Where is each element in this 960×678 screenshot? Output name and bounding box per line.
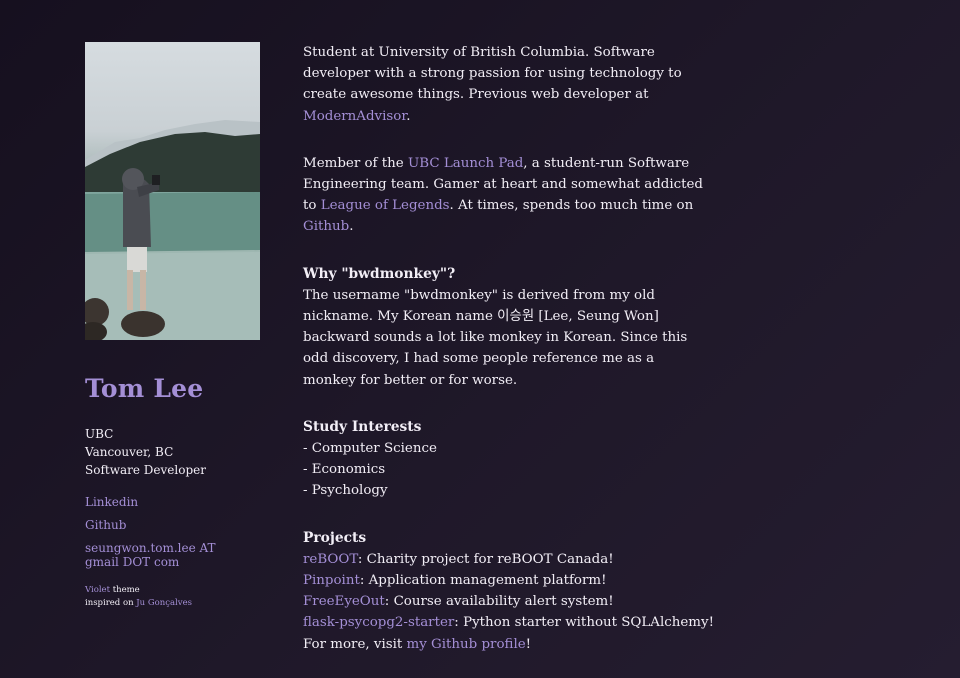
- author-link[interactable]: Ju Gonçalves: [136, 598, 192, 608]
- project-item: flask-psycopg2-starter: Python starter w…: [303, 612, 714, 633]
- study-item: - Computer Science: [303, 441, 437, 457]
- project-link[interactable]: Pinpoint: [303, 573, 360, 588]
- github-inline-link[interactable]: Github: [303, 219, 349, 234]
- project-item: Pinpoint: Application management platfor…: [303, 570, 703, 591]
- project-desc: : Course availability alert system!: [384, 594, 614, 610]
- sidebar: Tom Lee UBC Vancouver, BC Software Devel…: [85, 42, 265, 610]
- projects-heading: Projects: [303, 529, 367, 546]
- member-paragraph: Member of the UBC Launch Pad, a student-…: [303, 153, 703, 238]
- main-content: Student at University of British Columbi…: [303, 42, 714, 678]
- study-item: - Psychology: [303, 483, 388, 499]
- theme-text: theme: [110, 585, 140, 595]
- profile-name: Tom Lee: [85, 374, 204, 403]
- linkedin-link[interactable]: Linkedin: [85, 495, 138, 509]
- ubc-launch-pad-link[interactable]: UBC Launch Pad: [408, 156, 523, 171]
- inspired-text: inspired on: [85, 598, 137, 608]
- why-section: Why "bwdmonkey"? The username "bwdmonkey…: [303, 264, 703, 391]
- project-desc: : Python starter without SQLAlchemy!: [454, 615, 714, 631]
- meta-school: UBC: [85, 427, 114, 441]
- github-link[interactable]: Github: [85, 518, 126, 532]
- study-section: Study Interests - Computer Science - Eco…: [303, 417, 703, 502]
- projects-section: Projects reBOOT: Charity project for reB…: [303, 528, 714, 655]
- project-desc: : Application management platform!: [359, 573, 607, 589]
- project-link[interactable]: FreeEyeOut: [303, 594, 385, 609]
- study-heading: Study Interests: [303, 418, 422, 435]
- contact-links: Linkedin Github seungwon.tom.lee AT gmai…: [85, 495, 265, 569]
- meta-role: Software Developer: [85, 463, 206, 477]
- meta-location: Vancouver, BC: [85, 445, 174, 459]
- project-item: FreeEyeOut: Course availability alert sy…: [303, 591, 703, 612]
- more-end: !: [525, 636, 532, 652]
- why-heading: Why "bwdmonkey"?: [303, 265, 456, 282]
- profile-meta: UBC Vancouver, BC Software Developer: [85, 425, 265, 479]
- member-text-3: . At times, spends too much time on: [449, 198, 694, 214]
- profile-photo: [85, 42, 260, 340]
- github-profile-link[interactable]: my Github profile: [407, 637, 526, 652]
- intro-text: Student at University of British Columbi…: [303, 45, 682, 103]
- why-text: The username "bwdmonkey" is derived from…: [303, 287, 688, 388]
- modernadvisor-link[interactable]: ModernAdvisor: [303, 109, 406, 124]
- project-desc: : Charity project for reBOOT Canada!: [357, 551, 614, 567]
- member-text-4: .: [349, 219, 354, 235]
- project-item: reBOOT: Charity project for reBOOT Canad…: [303, 549, 703, 570]
- intro-end: .: [406, 108, 411, 124]
- league-of-legends-link[interactable]: League of Legends: [321, 198, 450, 213]
- project-link[interactable]: flask-psycopg2-starter: [303, 615, 454, 630]
- more-text: For more, visit: [303, 636, 407, 652]
- theme-credit: Violet theme inspired on Ju Gonçalves: [85, 584, 265, 610]
- member-text-1: Member of the: [303, 155, 408, 171]
- email-link[interactable]: seungwon.tom.lee AT gmail DOT com: [85, 541, 216, 569]
- study-item: - Economics: [303, 462, 386, 478]
- intro-paragraph: Student at University of British Columbi…: [303, 42, 703, 127]
- project-link[interactable]: reBOOT: [303, 552, 358, 567]
- more-projects: For more, visit my Github profile!: [303, 634, 703, 655]
- theme-link[interactable]: Violet: [85, 585, 110, 595]
